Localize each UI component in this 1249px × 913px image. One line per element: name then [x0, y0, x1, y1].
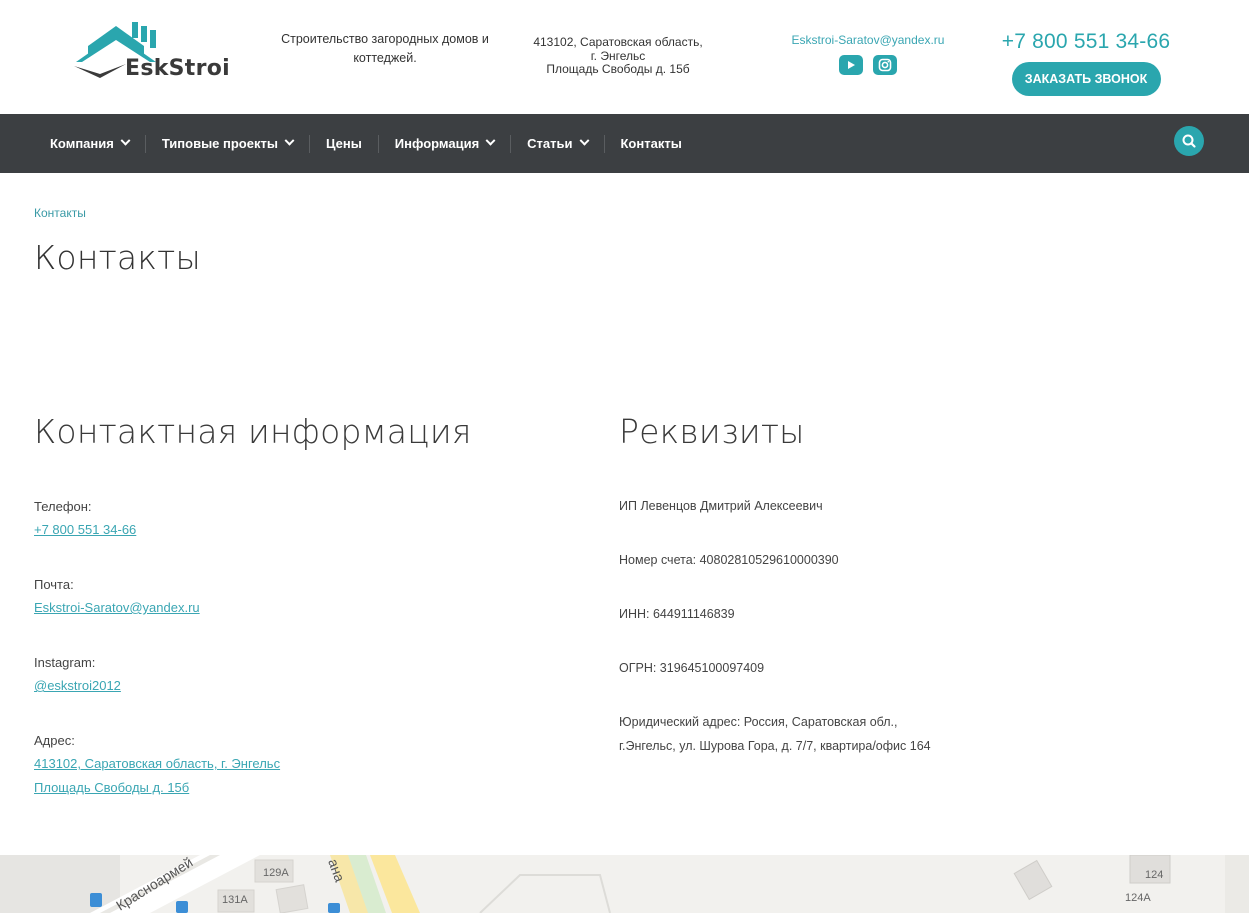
map-label: 129А: [263, 867, 289, 879]
phone-label: Телефон:: [34, 499, 92, 514]
nav-item-info[interactable]: Информация: [379, 134, 512, 153]
logo-text: EskStroi: [125, 56, 231, 81]
breadcrumb[interactable]: Контакты: [34, 206, 86, 220]
nav-item-label: Типовые проекты: [161, 136, 278, 151]
nav-item-company[interactable]: Компания: [34, 134, 146, 153]
header-contacts: Eskstroi-Saratov@yandex.ru: [770, 33, 966, 75]
header-phone-link[interactable]: +7 800 551 34-66: [990, 30, 1182, 54]
header-phone-block: +7 800 551 34-66 ЗАКАЗАТЬ ЗВОНОК: [990, 30, 1182, 96]
nav-item-label: Цены: [325, 136, 362, 151]
contacts-heading: Контактная информация: [34, 412, 472, 451]
chevron-down-icon: [579, 135, 589, 146]
map-label: 124А: [1125, 892, 1151, 904]
header-address: 413102, Саратовская область, г. Энгельс …: [528, 35, 708, 77]
chevron-down-icon: [284, 135, 295, 146]
instagram-icon[interactable]: [873, 55, 897, 75]
youtube-icon[interactable]: [839, 55, 863, 75]
nav-item-label: Контакты: [620, 136, 682, 151]
social-links: [770, 55, 966, 75]
requisites-heading: Реквизиты: [619, 412, 805, 451]
nav-item-prices[interactable]: Цены: [310, 134, 379, 153]
requisite-account: Номер счета: 40802810529610000390: [619, 553, 839, 567]
address-line: Площадь Свободы д. 15б: [546, 62, 690, 76]
phone-link[interactable]: +7 800 551 34-66: [34, 518, 136, 542]
map[interactable]: Красноармей ана 129А 131А 124 124А: [0, 855, 1249, 913]
map-canvas: Красноармей ана 129А 131А 124 124А: [0, 855, 1249, 913]
requisite-owner: ИП Левенцов Дмитрий Алексеевич: [619, 499, 823, 513]
email-label: Почта:: [34, 577, 74, 592]
map-label: 124: [1145, 869, 1163, 881]
requisite-legal-address: г.Энгельс, ул. Шурова Гора, д. 7/7, квар…: [619, 739, 931, 753]
address-line: г. Энгельс: [590, 48, 646, 63]
search-button[interactable]: [1174, 126, 1204, 156]
tagline: Строительство загородных домов и коттедж…: [281, 32, 489, 65]
requisite-inn: ИНН: 644911146839: [619, 607, 735, 621]
logo[interactable]: EskStroi: [70, 18, 235, 84]
chevron-down-icon: [485, 135, 496, 146]
email-link[interactable]: Eskstroi-Saratov@yandex.ru: [34, 596, 200, 620]
instagram-link[interactable]: @eskstroi2012: [34, 674, 121, 698]
nav-item-projects[interactable]: Типовые проекты: [146, 134, 310, 153]
main-nav: Компания Типовые проекты Цены Информация…: [0, 114, 1249, 173]
order-call-button[interactable]: ЗАКАЗАТЬ ЗВОНОК: [1011, 62, 1161, 96]
search-icon: [1182, 134, 1196, 148]
page-title: Контакты: [34, 238, 201, 277]
address-link[interactable]: 413102, Саратовская область, г. Энгельс: [34, 752, 280, 776]
nav-item-label: Компания: [50, 136, 114, 151]
nav-item-label: Информация: [394, 136, 480, 151]
nav-item-contacts[interactable]: Контакты: [605, 135, 698, 153]
nav-item-label: Статьи: [527, 136, 573, 151]
requisite-legal-address: Юридический адрес: Россия, Саратовская о…: [619, 715, 898, 729]
nav-item-articles[interactable]: Статьи: [511, 134, 605, 153]
address-line: 413102, Саратовская область,: [533, 35, 703, 49]
chevron-down-icon: [120, 135, 131, 146]
address-label: Адрес:: [34, 733, 75, 748]
site-header: EskStroi Строительство загородных домов …: [0, 0, 1249, 112]
requisite-ogrn: ОГРН: 319645100097409: [619, 661, 765, 675]
address-link[interactable]: Площадь Свободы д. 15б: [34, 776, 189, 800]
header-email-link[interactable]: Eskstroi-Saratov@yandex.ru: [770, 33, 966, 47]
instagram-label: Instagram:: [34, 655, 96, 670]
map-label: 131А: [222, 894, 248, 906]
